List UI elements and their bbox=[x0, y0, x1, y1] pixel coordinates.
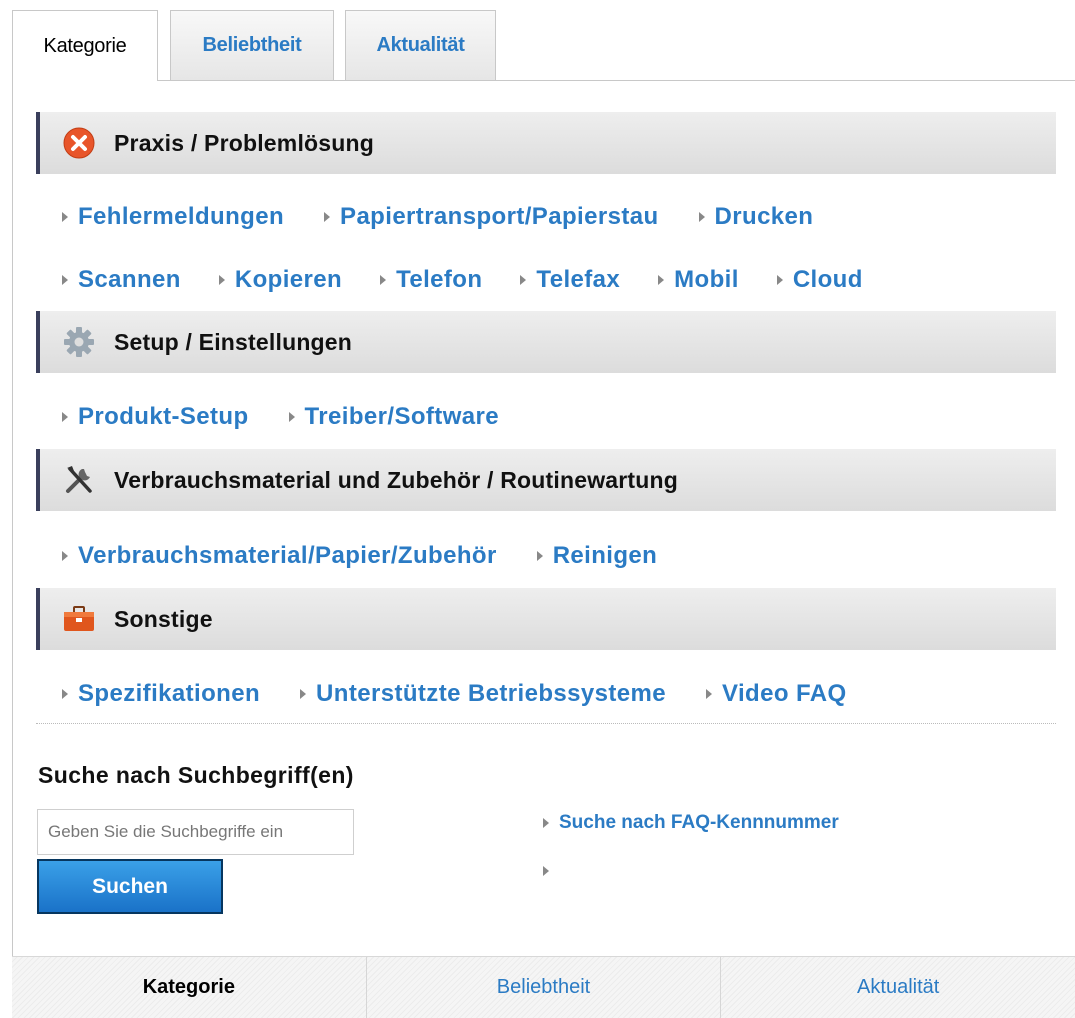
link-row: Produkt-Setup Treiber/Software bbox=[62, 399, 539, 435]
link-papiertransport[interactable]: Papiertransport/Papierstau bbox=[324, 203, 659, 231]
error-x-icon bbox=[62, 126, 96, 160]
arrow-right-icon bbox=[543, 818, 549, 828]
arrow-right-icon bbox=[536, 551, 543, 561]
arrow-right-icon bbox=[62, 412, 68, 422]
bottom-tab-beliebtheit[interactable]: Beliebtheit bbox=[367, 957, 722, 1018]
search-button[interactable]: Suchen bbox=[37, 859, 223, 914]
gear-icon bbox=[62, 325, 96, 359]
arrow-right-icon bbox=[776, 275, 783, 285]
category-header-setup: Setup / Einstellungen bbox=[36, 311, 1056, 373]
arrow-right-icon bbox=[324, 212, 331, 222]
category-title: Verbrauchsmaterial und Zubehör / Routine… bbox=[114, 466, 679, 493]
arrow-right-icon bbox=[62, 551, 68, 561]
divider bbox=[36, 723, 1056, 724]
arrow-right-icon bbox=[698, 212, 705, 222]
link-treiber-software[interactable]: Treiber/Software bbox=[288, 403, 499, 431]
link-row: Fehlermeldungen Papiertransport/Papierst… bbox=[62, 199, 853, 235]
arrow-right-icon bbox=[300, 689, 307, 699]
link-verbrauchsmaterial-papier-zubehoer[interactable]: Verbrauchsmaterial/Papier/Zubehör bbox=[62, 542, 497, 570]
link-reinigen[interactable]: Reinigen bbox=[536, 542, 658, 570]
toolbox-icon bbox=[62, 602, 96, 636]
link-produkt-setup[interactable]: Produkt-Setup bbox=[62, 403, 249, 431]
arrow-right-icon bbox=[62, 275, 68, 285]
faq-number-search-label[interactable]: Suche nach FAQ-Kennnummer bbox=[559, 812, 839, 834]
category-title: Praxis / Problemlösung bbox=[114, 129, 375, 156]
arrow-right-icon bbox=[62, 212, 68, 222]
link-telefon[interactable]: Telefon bbox=[380, 266, 482, 294]
link-video-faq[interactable]: Video FAQ bbox=[706, 680, 847, 708]
faq-number-search-link[interactable]: Suche nach FAQ-Kennnummer bbox=[543, 812, 839, 834]
tab-aktualitaet[interactable]: Aktualität bbox=[345, 10, 496, 80]
arrow-right-icon bbox=[218, 275, 225, 285]
link-drucken[interactable]: Drucken bbox=[698, 203, 814, 231]
link-fehlermeldungen[interactable]: Fehlermeldungen bbox=[62, 203, 284, 231]
bottom-tab-bar: Kategorie Beliebtheit Aktualität bbox=[12, 956, 1075, 1018]
arrow-right-icon bbox=[62, 689, 68, 699]
search-input[interactable] bbox=[37, 809, 354, 855]
search-section-title: Suche nach Suchbegriff(en) bbox=[38, 762, 354, 788]
arrow-right-icon bbox=[543, 866, 549, 876]
arrow-right-icon bbox=[288, 412, 295, 422]
category-title: Sonstige bbox=[114, 605, 213, 632]
tab-beliebtheit[interactable]: Beliebtheit bbox=[170, 10, 334, 80]
arrow-right-icon bbox=[658, 275, 665, 285]
link-row: Spezifikationen Unterstützte Betriebssys… bbox=[62, 676, 887, 712]
empty-link-arrow bbox=[543, 866, 559, 876]
category-header-praxis: Praxis / Problemlösung bbox=[36, 112, 1056, 174]
category-title: Setup / Einstellungen bbox=[114, 328, 353, 355]
link-telefax[interactable]: Telefax bbox=[520, 266, 620, 294]
category-header-sonstige: Sonstige bbox=[36, 588, 1056, 650]
link-row: Verbrauchsmaterial/Papier/Zubehör Reinig… bbox=[62, 538, 697, 574]
bottom-tab-aktualitaet[interactable]: Aktualität bbox=[721, 957, 1075, 1018]
link-spezifikationen[interactable]: Spezifikationen bbox=[62, 680, 260, 708]
arrow-right-icon bbox=[380, 275, 387, 285]
link-scannen[interactable]: Scannen bbox=[62, 266, 181, 294]
link-row: Scannen Kopieren Telefon Telefax Mobil C… bbox=[62, 262, 903, 298]
tools-icon bbox=[62, 463, 96, 497]
top-tab-bar: Kategorie Beliebtheit Aktualität bbox=[0, 0, 1075, 81]
link-mobil[interactable]: Mobil bbox=[658, 266, 739, 294]
link-kopieren[interactable]: Kopieren bbox=[218, 266, 342, 294]
arrow-right-icon bbox=[520, 275, 527, 285]
link-unterstuetzte-betriebssysteme[interactable]: Unterstützte Betriebssysteme bbox=[300, 680, 666, 708]
bottom-tab-kategorie[interactable]: Kategorie bbox=[12, 957, 367, 1018]
link-cloud[interactable]: Cloud bbox=[776, 266, 863, 294]
category-header-verbrauchsmaterial: Verbrauchsmaterial und Zubehör / Routine… bbox=[36, 449, 1056, 511]
tab-kategorie[interactable]: Kategorie bbox=[12, 10, 158, 81]
arrow-right-icon bbox=[706, 689, 713, 699]
